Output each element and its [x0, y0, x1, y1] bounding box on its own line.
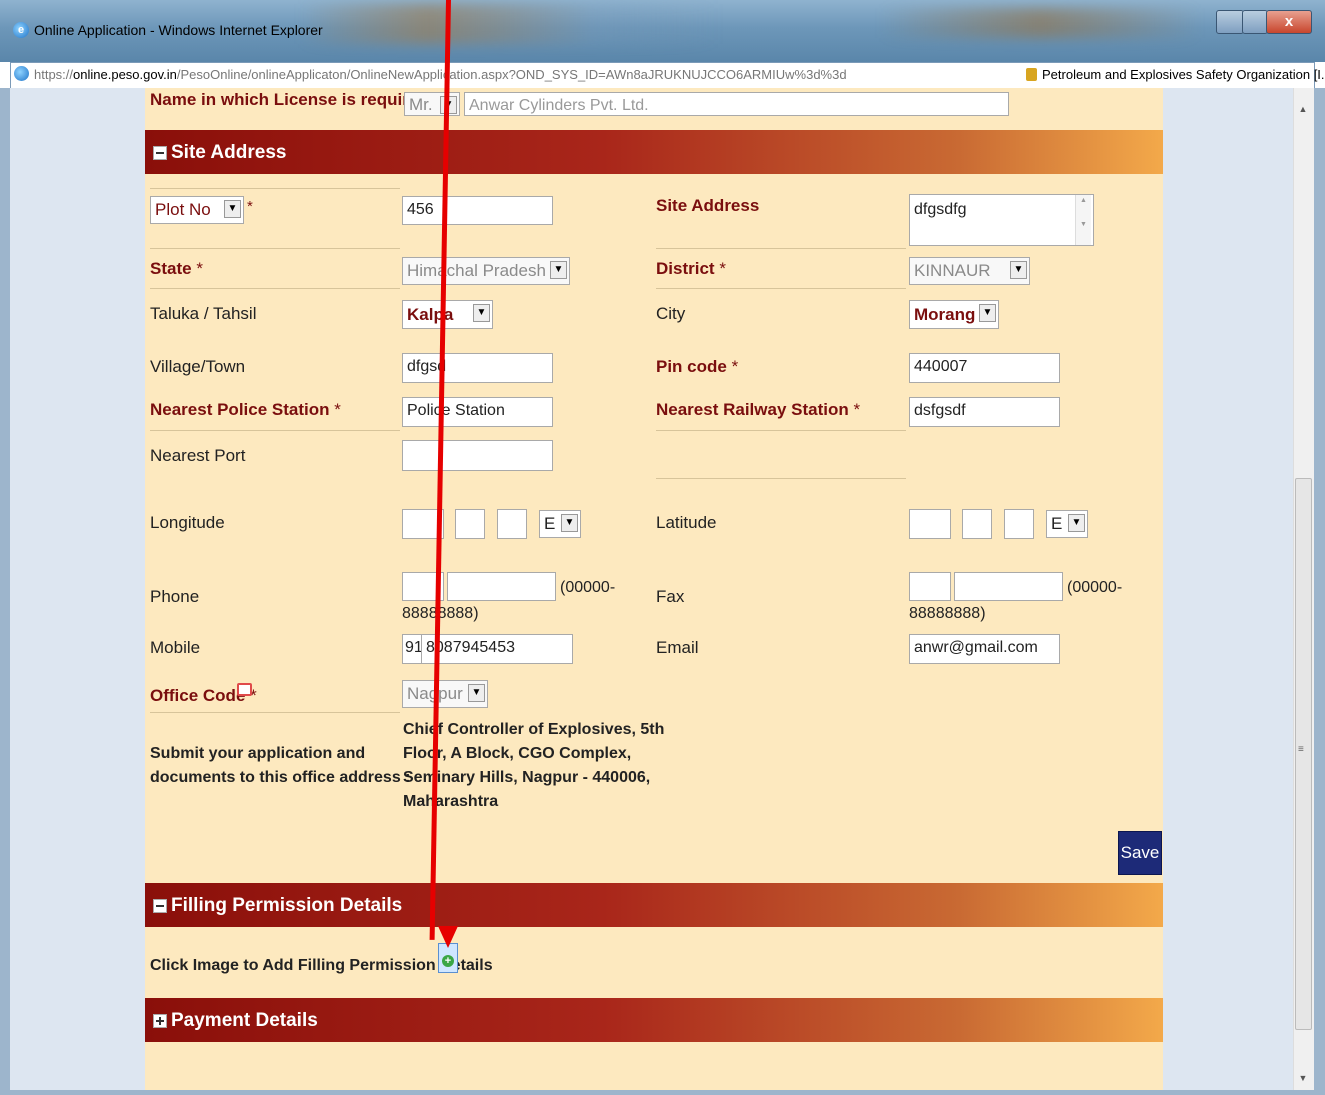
taluka-select[interactable]: Kalpa ▼: [402, 300, 493, 329]
site-address-section-header[interactable]: Site Address: [145, 130, 1163, 174]
page-icon: [14, 66, 29, 81]
plot-no-input[interactable]: 456: [402, 196, 553, 225]
fax-format-hint: (00000-: [1067, 579, 1123, 596]
village-label: Village/Town: [150, 357, 246, 376]
submit-instruction: Submit your application and documents to …: [150, 745, 411, 786]
city-label: City: [656, 304, 686, 323]
phone-label: Phone: [150, 587, 200, 606]
fax-number-input[interactable]: [954, 572, 1063, 601]
village-input[interactable]: dfgsd: [402, 353, 553, 383]
site-address-label: Site Address: [656, 196, 760, 215]
maximize-button[interactable]: [1242, 10, 1268, 34]
email-label: Email: [656, 638, 699, 657]
longitude-seconds-input[interactable]: [497, 509, 527, 539]
salutation-select[interactable]: Mr.▼: [404, 92, 460, 116]
ie-icon: e: [13, 22, 29, 38]
collapse-icon[interactable]: [153, 899, 167, 913]
window-title: Online Application - Windows Internet Ex…: [34, 22, 323, 38]
scroll-up-icon[interactable]: ▲: [1296, 104, 1310, 114]
latitude-direction-select[interactable]: E ▼: [1046, 510, 1088, 538]
required-star: *: [247, 198, 253, 215]
office-code-select[interactable]: Nagpur▼: [402, 680, 488, 708]
latitude-minutes-input[interactable]: [962, 509, 992, 539]
nearest-port-input[interactable]: [402, 440, 553, 471]
pin-code-input[interactable]: 440007: [909, 353, 1060, 383]
fax-std-input[interactable]: [909, 572, 951, 601]
section-title: Filling Permission Details: [171, 895, 403, 916]
police-station-label: Nearest Police Station *: [150, 400, 341, 419]
scroll-down-icon[interactable]: ▼: [1296, 1073, 1310, 1083]
email-input[interactable]: anwr@gmail.com: [909, 634, 1060, 664]
grip-icon: ≡: [1298, 744, 1304, 755]
license-name-input[interactable]: Anwar Cylinders Pvt. Ltd.: [464, 92, 1009, 116]
expand-icon[interactable]: [153, 1014, 167, 1028]
taluka-label: Taluka / Tahsil: [150, 304, 257, 323]
railway-station-label: Nearest Railway Station *: [656, 400, 861, 419]
section-title: Site Address: [171, 142, 287, 163]
longitude-minutes-input[interactable]: [455, 509, 485, 539]
site-identity[interactable]: Petroleum and Explosives Safety Organiza…: [1042, 67, 1325, 82]
collapse-icon[interactable]: [153, 146, 167, 160]
window-border-left: [0, 88, 10, 1095]
phone-format-hint: (00000-: [560, 579, 616, 596]
pin-code-label: Pin code *: [656, 357, 739, 376]
latitude-label: Latitude: [656, 513, 717, 532]
fax-label: Fax: [656, 587, 685, 606]
section-title: Payment Details: [171, 1010, 318, 1031]
filling-permission-section-header[interactable]: Filling Permission Details: [145, 883, 1163, 927]
url-text[interactable]: https://online.peso.gov.in/PesoOnline/on…: [34, 67, 847, 82]
lock-icon[interactable]: [1026, 68, 1037, 81]
fax-format-hint-2: 88888888): [909, 605, 986, 622]
phone-number-input[interactable]: [447, 572, 556, 601]
railway-station-input[interactable]: dsfgsdf: [909, 397, 1060, 427]
mobile-country-code[interactable]: 91: [402, 634, 422, 664]
latitude-degrees-input[interactable]: [909, 509, 951, 539]
comment-icon[interactable]: [237, 683, 252, 696]
plot-type-select[interactable]: Plot No ▼: [150, 196, 244, 224]
latitude-seconds-input[interactable]: [1004, 509, 1034, 539]
office-address: Chief Controller of Explosives, 5th Floor…: [403, 721, 665, 810]
city-select[interactable]: Morang ▼: [909, 300, 999, 329]
mobile-label: Mobile: [150, 638, 201, 657]
longitude-label: Longitude: [150, 513, 225, 532]
annotation-arrow-head: [438, 926, 458, 948]
longitude-direction-select[interactable]: E ▼: [539, 510, 581, 538]
close-button[interactable]: x: [1266, 10, 1312, 34]
police-station-input[interactable]: Police Station: [402, 397, 553, 427]
state-select[interactable]: Himachal Pradesh ▼: [402, 257, 570, 285]
site-address-textarea[interactable]: dfgsdfg ▲ ▼: [909, 194, 1094, 246]
state-label: State *: [150, 259, 203, 278]
mobile-input[interactable]: 8087945453: [421, 634, 573, 664]
district-select[interactable]: KINNAUR ▼: [909, 257, 1030, 285]
payment-section-header[interactable]: Payment Details: [145, 998, 1163, 1042]
minimize-button[interactable]: [1216, 10, 1244, 34]
window-border-bottom: [0, 1090, 1325, 1095]
license-name-label: Name in which License is required *: [150, 90, 440, 109]
save-button[interactable]: Save: [1118, 831, 1162, 875]
window-border-right: [1313, 88, 1325, 1095]
district-label: District *: [656, 259, 726, 278]
nearest-port-label: Nearest Port: [150, 446, 246, 465]
